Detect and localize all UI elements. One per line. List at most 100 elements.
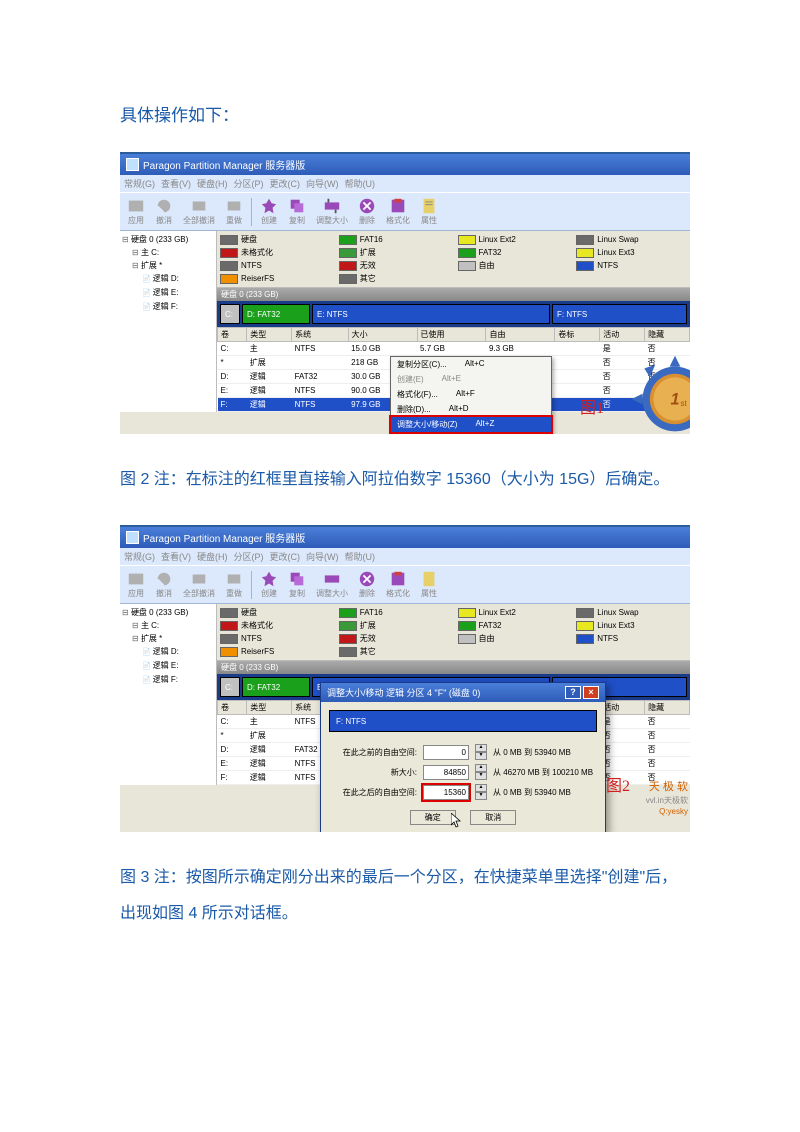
tb-resize[interactable]: 调整大小	[311, 568, 353, 601]
screenshot-2: Paragon Partition Manager 服务器版 常规(G)查看(V…	[120, 525, 690, 832]
spin-buttons[interactable]: ▲▼	[475, 764, 487, 780]
heading-text: 具体操作如下：	[120, 100, 680, 132]
legend-item: FAT16	[339, 607, 450, 618]
menu-bar[interactable]: 常规(G) 查看(V) 硬盘(H) 分区(P) 更改(C) 向导(W) 帮助(U…	[120, 175, 690, 192]
disk-tree[interactable]: 硬盘 0 (233 GB) 主 C: 扩展 * 逻辑 D: 逻辑 E: 逻辑 F…	[120, 231, 217, 412]
part-f[interactable]: F: NTFS	[552, 304, 687, 324]
spin-buttons[interactable]: ▲▼	[475, 744, 487, 760]
part-e[interactable]: E: NTFS	[312, 304, 550, 324]
caption-fig3: 图 3 注：按图所示确定刚分出来的最后一个分区，在快捷菜单里选择"创建"后，出现…	[120, 860, 680, 930]
svg-text:st: st	[680, 399, 687, 408]
legend-item: Linux Swap	[576, 607, 687, 618]
dialog-field-row: 新大小:▲▼从 46270 MB 到 100210 MB	[329, 764, 597, 780]
tb-apply[interactable]: 应用	[122, 568, 150, 601]
part-c[interactable]: C:	[220, 304, 240, 324]
menu-disk[interactable]: 硬盘(H)	[197, 177, 228, 190]
menu-partition[interactable]: 分区(P)	[234, 177, 264, 190]
tree-disk[interactable]: 硬盘 0 (233 GB)	[122, 233, 214, 246]
legend-item: 其它	[339, 646, 450, 657]
legend-item: Linux Ext2	[458, 607, 569, 618]
menu-general[interactable]: 常规(G)	[124, 177, 155, 190]
tb-format[interactable]: 格式化	[381, 195, 415, 228]
legend-item: Linux Ext2	[458, 234, 569, 245]
tb-create[interactable]: 创建	[255, 195, 283, 228]
disk-map[interactable]: C: D: FAT32 E: NTFS F: NTFS	[217, 301, 690, 327]
context-menu-item[interactable]: 复制分区(C)...Alt+C	[391, 357, 551, 372]
tb-props[interactable]: 属性	[415, 195, 443, 228]
context-menu[interactable]: 复制分区(C)...Alt+C创建(E)Alt+E格式化(F)...Alt+F删…	[390, 356, 552, 434]
legend-item: 硬盘	[220, 607, 331, 618]
window-titlebar: Paragon Partition Manager 服务器版	[120, 154, 690, 175]
tree-c[interactable]: 主 C:	[122, 246, 214, 259]
tree-ext[interactable]: 扩展 *	[122, 259, 214, 272]
legend-item: NTFS	[220, 633, 331, 644]
tb-undo-all[interactable]: 全部撤消	[178, 195, 220, 228]
part-d[interactable]: D: FAT32	[242, 304, 310, 324]
menu-help[interactable]: 帮助(U)	[345, 177, 376, 190]
dialog-field-row: 在此之后的自由空间:▲▼从 0 MB 到 53940 MB	[329, 784, 597, 800]
resize-dialog: 调整大小/移动 逻辑 分区 4 "F" (磁盘 0) ?× F: NTFS 在此…	[320, 682, 606, 832]
range-label: 从 0 MB 到 53940 MB	[493, 747, 571, 758]
tb-apply[interactable]: 应用	[122, 195, 150, 228]
figure-label-2: 图2	[606, 772, 630, 796]
app-icon	[126, 531, 139, 544]
tb-format[interactable]: 格式化	[381, 568, 415, 601]
dialog-field-row: 在此之前的自由空间:▲▼从 0 MB 到 53940 MB	[329, 744, 597, 760]
menu-view[interactable]: 查看(V)	[161, 177, 191, 190]
legend-item: 无效	[339, 633, 450, 644]
legend-item: Linux Swap	[576, 234, 687, 245]
legend-item: 硬盘	[220, 234, 331, 245]
legend-item: NTFS	[576, 633, 687, 644]
context-menu-item[interactable]: 删除(D)...Alt+D	[391, 402, 551, 417]
dialog-partition-bar[interactable]: F: NTFS	[329, 710, 597, 732]
dialog-close-icon[interactable]: ×	[583, 686, 599, 699]
size-input[interactable]	[423, 745, 469, 760]
legend-item: Linux Ext3	[576, 247, 687, 258]
caption-fig2: 图 2 注：在标注的红框里直接输入阿拉伯数字 15360（大小为 15G）后确定…	[120, 462, 680, 497]
table-row[interactable]: C:主NTFS15.0 GB5.7 GB9.3 GB是否	[218, 342, 690, 356]
legend-item: ReiserFS	[220, 273, 331, 284]
context-menu-item[interactable]: 测试表面(T)	[391, 432, 551, 434]
tb-undo-all[interactable]: 全部撤消	[178, 568, 220, 601]
context-menu-item[interactable]: 格式化(F)...Alt+F	[391, 387, 551, 402]
spin-buttons[interactable]: ▲▼	[475, 784, 487, 800]
dialog-help-icon[interactable]: ?	[565, 686, 581, 699]
tb-redo[interactable]: 重做	[220, 195, 248, 228]
window-titlebar: Paragon Partition Manager 服务器版	[120, 527, 690, 548]
legend-item: NTFS	[576, 260, 687, 271]
legend-item: 未格式化	[220, 620, 331, 631]
cursor-icon	[451, 813, 463, 829]
tb-resize[interactable]: 调整大小	[311, 195, 353, 228]
menu-bar[interactable]: 常规(G)查看(V)硬盘(H)分区(P)更改(C)向导(W)帮助(U)	[120, 548, 690, 565]
tb-delete[interactable]: 删除	[353, 568, 381, 601]
tb-create[interactable]: 创建	[255, 568, 283, 601]
tree-d[interactable]: 逻辑 D:	[122, 272, 214, 286]
tb-redo[interactable]: 重做	[220, 568, 248, 601]
range-label: 从 0 MB 到 53940 MB	[493, 787, 571, 798]
tb-undo[interactable]: 撤消	[150, 195, 178, 228]
watermark: 天 极 软	[649, 778, 688, 794]
tree-e[interactable]: 逻辑 E:	[122, 286, 214, 300]
menu-change[interactable]: 更改(C)	[270, 177, 301, 190]
legend-item: 其它	[339, 273, 450, 284]
tree-f[interactable]: 逻辑 F:	[122, 300, 214, 314]
tb-copy[interactable]: 复制	[283, 195, 311, 228]
cancel-button[interactable]: 取消	[470, 810, 516, 825]
tb-undo[interactable]: 撤消	[150, 568, 178, 601]
tb-delete[interactable]: 删除	[353, 195, 381, 228]
size-input[interactable]	[423, 785, 469, 800]
partition-legend: 硬盘FAT16Linux Ext2Linux Swap未格式化扩展FAT32Li…	[217, 231, 690, 288]
context-menu-item[interactable]: 调整大小/移动(Z)Alt+Z	[391, 417, 551, 432]
ok-button[interactable]: 确定	[410, 810, 456, 825]
size-input[interactable]	[423, 765, 469, 780]
legend-item: 扩展	[339, 247, 450, 258]
tb-props[interactable]: 属性	[415, 568, 443, 601]
dialog-titlebar[interactable]: 调整大小/移动 逻辑 分区 4 "F" (磁盘 0) ?×	[321, 683, 605, 702]
svg-text:1: 1	[670, 391, 679, 409]
legend-item: FAT32	[458, 620, 569, 631]
legend-item: 未格式化	[220, 247, 331, 258]
disk-tree[interactable]: 硬盘 0 (233 GB) 主 C: 扩展 * 逻辑 D: 逻辑 E: 逻辑 F…	[120, 604, 217, 785]
menu-wizard[interactable]: 向导(W)	[306, 177, 339, 190]
tb-copy[interactable]: 复制	[283, 568, 311, 601]
legend-item: FAT32	[458, 247, 569, 258]
